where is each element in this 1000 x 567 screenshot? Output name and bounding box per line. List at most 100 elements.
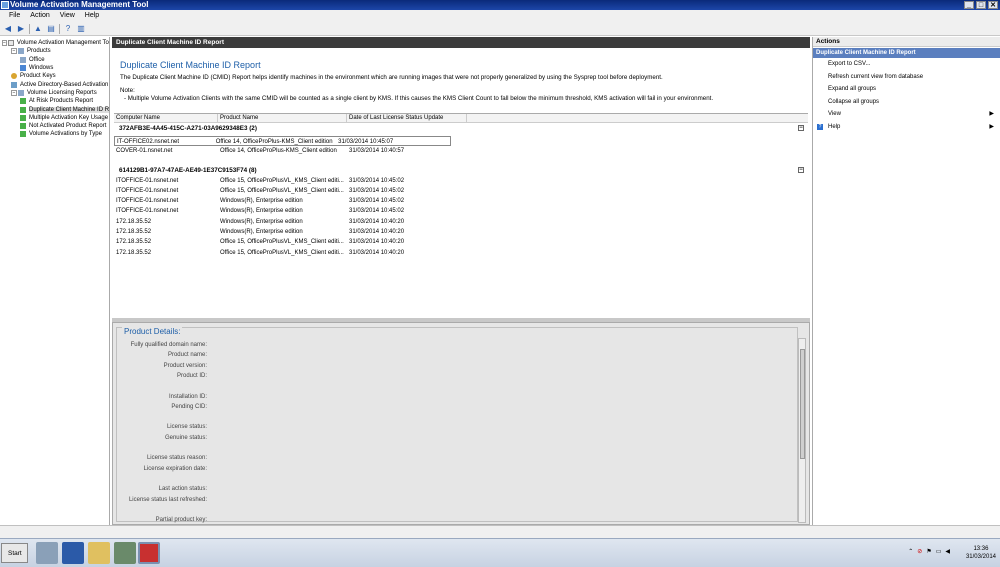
menu-action[interactable]: Action [25, 10, 54, 22]
product-name-cell: Windows(R), Enterprise edition [220, 218, 303, 225]
tree-expander[interactable]: − [11, 48, 17, 55]
action-view[interactable]: View ▶ [813, 108, 1000, 121]
actions-subheader[interactable]: Duplicate Client Machine ID Report [813, 48, 1000, 58]
product-name-cell: Office 15, OfficeProPlusVL_KMS_Client ed… [220, 249, 344, 256]
close-button[interactable]: ✕ [988, 1, 998, 9]
window-title-bar: Volume Activation Management Tool _ □ ✕ [0, 0, 1000, 10]
table-row[interactable]: 172.18.35.52 Windows(R), Enterprise editi… [114, 217, 808, 227]
last-update-cell: 31/03/2014 10:45:02 [349, 198, 405, 205]
computer-name-cell: 172.18.35.52 [116, 249, 152, 256]
tree-node[interactable]: Windows [0, 64, 109, 72]
back-arrow-icon[interactable]: ◀ [3, 24, 13, 34]
tree-node[interactable]: At Risk Products Report [0, 97, 109, 105]
up-folder-icon[interactable]: ▲ [33, 24, 43, 34]
tree-node[interactable]: Not Activated Product Report [0, 122, 109, 130]
column-header-computer-name[interactable]: Computer Name [114, 114, 218, 122]
tree-node-label: Multiple Activation Key Usage [29, 114, 109, 121]
table-row[interactable]: 172.18.35.52 Windows(R), Enterprise editi… [114, 227, 808, 237]
submenu-arrow-icon: ▶ [989, 111, 994, 118]
column-header-product-name[interactable]: Product Name [218, 114, 347, 122]
minimize-button[interactable]: _ [964, 1, 974, 9]
last-update-cell: 31/03/2014 10:45:02 [349, 177, 405, 184]
tree-node[interactable]: Volume Activations by Type [0, 130, 109, 138]
group-header[interactable]: 372AFB3E-4A45-415C-A271-03A9629348E3 (2)… [114, 123, 808, 134]
table-row[interactable]: 172.18.35.52 Office 15, OfficeProPlusVL_K… [114, 248, 808, 258]
tree-node[interactable]: − Products [0, 47, 109, 55]
admin-tools-icon[interactable] [114, 542, 136, 564]
column-header-last-update[interactable]: Date of Last License Status Update [347, 114, 467, 122]
powershell-icon[interactable] [62, 542, 84, 564]
collapse-group-icon[interactable]: − [798, 166, 804, 173]
grid-body: 372AFB3E-4A45-415C-A271-03A9629348E3 (2)… [114, 123, 808, 258]
rep-icon [20, 114, 26, 121]
show-hide-action-pane-icon[interactable]: ▥ [76, 24, 86, 34]
tree-node[interactable]: Office [0, 56, 109, 64]
details-scrollbar-thumb[interactable] [800, 349, 805, 459]
tree-expander[interactable]: − [11, 89, 17, 96]
flag-icon[interactable]: ⚑ [926, 548, 931, 555]
table-row[interactable]: ITOFFICE-01.nsnet.net Windows(R), Enterpr… [114, 206, 808, 216]
taskbar: Start ⌃ ⊘ ⚑ ▭ ◀ 13:36 31/03/2014 [0, 538, 1000, 567]
folder-icon [18, 89, 24, 96]
explorer-folder-icon[interactable] [88, 542, 110, 564]
computer-name-cell: 172.18.35.52 [116, 218, 152, 225]
network-icon[interactable]: ⊘ [917, 548, 922, 555]
tree-node[interactable]: Duplicate Client Machine ID Re [0, 105, 109, 113]
help-icon[interactable]: ? [63, 24, 73, 34]
server-manager-icon[interactable] [36, 542, 58, 564]
action-label: Collapse all groups [828, 98, 880, 105]
table-row[interactable]: ITOFFICE-01.nsnet.net Office 15, OfficePr… [114, 176, 808, 186]
key-icon [11, 73, 17, 80]
show-hidden-icons-icon[interactable]: ⌃ [908, 548, 913, 555]
show-hide-tree-icon[interactable]: ▤ [46, 24, 56, 34]
menu-view[interactable]: View [55, 10, 80, 22]
table-row[interactable]: COVER-01.nsnet.net Office 14, OfficeProPl… [114, 146, 808, 156]
computer-name-cell: ITOFFICE-01.nsnet.net [116, 208, 179, 215]
tree-node-label: Volume Licensing Reports [27, 89, 97, 96]
table-row[interactable]: IT-OFFICE02.nsnet.net Office 14, OfficePr… [114, 136, 451, 147]
tree-node-label: Active Directory-Based Activation [20, 81, 109, 88]
toolbar-separator [29, 23, 30, 34]
tree-node[interactable]: − Volume Activation Management Tool [0, 39, 109, 47]
tree-expander[interactable]: − [2, 40, 7, 47]
maximize-button[interactable]: □ [976, 1, 986, 9]
group-title: 372AFB3E-4A45-415C-A271-03A9629348E3 (2) [119, 125, 257, 132]
tree-node[interactable]: Product Keys [0, 72, 109, 80]
note-label: Note: [120, 87, 135, 94]
tree-node[interactable]: Multiple Activation Key Usage [0, 114, 109, 122]
action-label: Expand all groups [828, 86, 877, 93]
last-update-cell: 31/03/2014 10:40:20 [349, 249, 405, 256]
action-help[interactable]: ? Help ▶ [813, 121, 1000, 134]
tree-node[interactable]: − Volume Licensing Reports [0, 89, 109, 97]
tree-node-label: Volume Activation Management Tool [16, 40, 110, 47]
display-icon[interactable]: ▭ [936, 548, 942, 555]
action-expand-all-groups[interactable]: Expand all groups [813, 83, 1000, 96]
clock-time: 13:36 [973, 546, 989, 552]
table-row[interactable]: ITOFFICE-01.nsnet.net Windows(R), Enterpr… [114, 196, 808, 206]
toolbar: ◀ ▶ ▲ ▤ ? ▥ [0, 22, 1000, 36]
tree-node-label: Not Activated Product Report [29, 123, 107, 130]
product-details-title: Product Details: [122, 327, 183, 336]
forward-arrow-icon[interactable]: ▶ [16, 24, 26, 34]
tree-node[interactable]: Active Directory-Based Activation [0, 80, 109, 88]
details-scrollbar[interactable] [798, 338, 806, 523]
volume-icon[interactable]: ◀ [945, 548, 950, 555]
duplicate-cmid-grid: Computer Name Product Name Date of Last … [114, 113, 808, 353]
menu-help[interactable]: Help [80, 10, 104, 22]
detail-field-label: License status: [166, 424, 207, 431]
table-row[interactable]: ITOFFICE-01.nsnet.net Office 15, OfficePr… [114, 186, 808, 196]
system-clock[interactable]: 13:36 31/03/2014 [966, 545, 996, 561]
start-button[interactable]: Start [1, 543, 28, 563]
action-export-to-csv[interactable]: Export to CSV... [813, 58, 1000, 71]
menu-file[interactable]: File [4, 10, 25, 22]
action-collapse-all-groups[interactable]: Collapse all groups [813, 96, 1000, 109]
product-name-cell: Windows(R), Enterprise edition [220, 229, 303, 236]
group-header[interactable]: 614129B1-97A7-47AE-AE49-1E37C9153F74 (8)… [114, 165, 808, 176]
vamt-taskbar-icon[interactable] [138, 542, 160, 564]
detail-field-label: Fully qualified domain name: [130, 342, 207, 348]
product-details-box: Product Details: Fully qualified domain … [116, 327, 798, 523]
table-row[interactable]: 172.18.35.52 Office 15, OfficeProPlusVL_K… [114, 237, 808, 247]
action-refresh-current-view-from-database[interactable]: Refresh current view from database [813, 71, 1000, 84]
collapse-group-icon[interactable]: − [798, 125, 804, 131]
last-update-cell: 31/03/2014 10:45:07 [338, 139, 394, 145]
